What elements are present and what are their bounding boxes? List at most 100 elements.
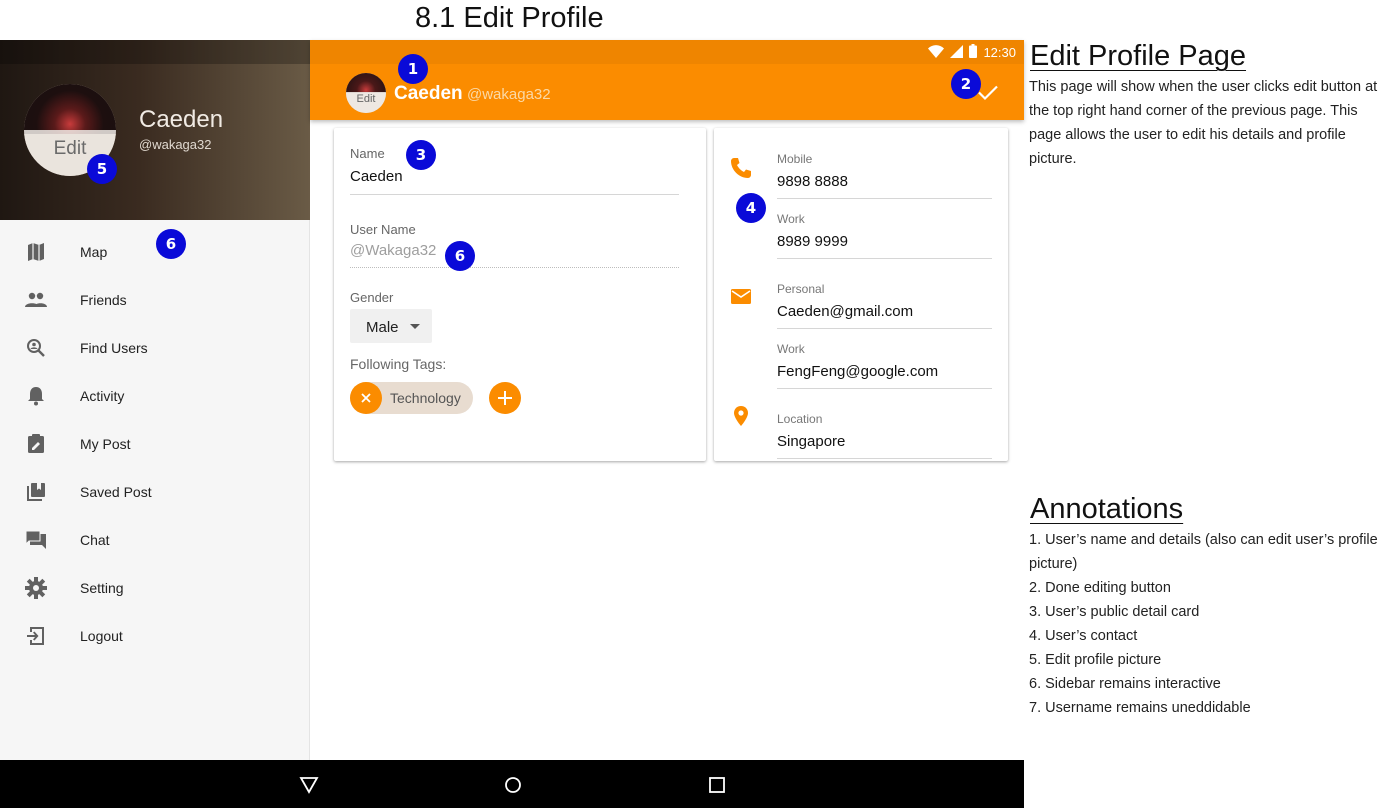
avatar-image <box>24 84 116 134</box>
location-field-underline <box>777 458 992 459</box>
mobile-label: Mobile <box>777 152 813 166</box>
personal-email-field-underline <box>777 328 992 329</box>
username-field-underline <box>350 267 679 268</box>
location-field[interactable]: Singapore <box>777 433 845 450</box>
back-button[interactable] <box>298 774 320 796</box>
avatar-edit-label: Edit <box>356 93 376 105</box>
sidebar-item-saved-post[interactable]: Saved Post <box>0 468 310 516</box>
sidebar-item-label: Friends <box>80 292 127 308</box>
plus-icon <box>498 391 512 405</box>
appbar-avatar-edit[interactable]: Edit <box>346 73 386 113</box>
sidebar-nav: Map Friends Find Users Activity My Post … <box>0 228 310 660</box>
close-icon <box>361 393 371 403</box>
home-button[interactable] <box>502 774 524 796</box>
sidebar-item-setting[interactable]: Setting <box>0 564 310 612</box>
contact-card: Mobile 9898 8888 Work 8989 9999 Personal… <box>714 128 1008 461</box>
map-icon <box>25 241 47 263</box>
sidebar-statusbar <box>0 40 310 64</box>
tags-label: Following Tags: <box>350 356 447 372</box>
work-email-field-underline <box>777 388 992 389</box>
sidebar-item-label: Saved Post <box>80 484 152 500</box>
annotation-badge: 2 <box>951 69 981 99</box>
sidebar-item-find-users[interactable]: Find Users <box>0 324 310 372</box>
caret-down-icon <box>410 324 420 329</box>
wifi-icon <box>928 44 945 61</box>
avatar-image <box>346 73 386 93</box>
name-field[interactable]: Caeden <box>350 168 403 185</box>
chat-icon <box>25 529 47 551</box>
annotation-item: 7. Username remains uneddidable <box>1029 700 1251 716</box>
gender-value: Male <box>366 319 399 336</box>
annotation-item: 5. Edit profile picture <box>1029 652 1162 668</box>
system-nav-bar <box>0 760 1024 808</box>
sidebar-item-chat[interactable]: Chat <box>0 516 310 564</box>
sidebar-item-label: My Post <box>80 436 131 452</box>
annotation-item: 3. User’s public detail card <box>1029 604 1200 620</box>
work-phone-field[interactable]: 8989 9999 <box>777 233 848 250</box>
sidebar: Edit Caeden @wakaga32 Map Friends Find U… <box>0 40 310 760</box>
edit-note-icon <box>25 433 47 455</box>
annotations-list: 1. User’s name and details (also can edi… <box>1029 528 1379 720</box>
sidebar-item-my-post[interactable]: My Post <box>0 420 310 468</box>
annotation-badge: 6 <box>156 229 186 259</box>
battery-icon <box>969 44 978 61</box>
username-label: User Name <box>350 222 416 237</box>
phone-icon <box>730 157 752 179</box>
sidebar-item-label: Setting <box>80 580 124 596</box>
annotation-badge: 6 <box>445 241 475 271</box>
notes-description: This page will show when the user clicks… <box>1029 79 1378 167</box>
sidebar-user-name: Caeden <box>139 106 224 133</box>
location-label: Location <box>777 412 823 426</box>
recents-button[interactable] <box>706 774 728 796</box>
gear-icon <box>25 577 47 599</box>
sidebar-item-label: Map <box>80 244 108 260</box>
annotations-title: Annotations <box>1030 493 1184 525</box>
appbar-user-name: Caeden <box>394 83 463 104</box>
sidebar-user-handle: @wakaga32 <box>139 137 212 152</box>
screen: 8.1 Edit Profile Edit Caeden @wakaga32 M… <box>0 0 1384 808</box>
bell-icon <box>25 385 47 407</box>
appbar-user-handle: @wakaga32 <box>467 86 551 103</box>
logout-icon <box>25 625 47 647</box>
mobile-field-underline <box>777 198 992 199</box>
personal-email-field[interactable]: Caeden@gmail.com <box>777 303 913 320</box>
back-triangle-icon <box>299 777 319 794</box>
sidebar-item-logout[interactable]: Logout <box>0 612 310 660</box>
search-person-icon <box>25 337 47 359</box>
sidebar-item-map[interactable]: Map <box>0 228 310 276</box>
annotation-item: 6. Sidebar remains interactive <box>1029 676 1221 692</box>
notes-title: Edit Profile Page <box>1030 40 1247 72</box>
work-email-field[interactable]: FengFeng@google.com <box>777 363 938 380</box>
location-pin-icon <box>730 405 752 427</box>
sidebar-item-friends[interactable]: Friends <box>0 276 310 324</box>
annotation-item: 4. User’s contact <box>1029 628 1138 644</box>
sidebar-item-label: Logout <box>80 628 123 644</box>
sidebar-item-label: Activity <box>80 388 125 404</box>
work-phone-field-underline <box>777 258 992 259</box>
mobile-field[interactable]: 9898 8888 <box>777 173 848 190</box>
sidebar-item-label: Find Users <box>80 340 148 356</box>
personal-email-label: Personal <box>777 282 825 296</box>
annotation-badge: 1 <box>398 54 428 84</box>
add-tag-button[interactable] <box>489 382 521 414</box>
annotation-item: 1. User’s name and details (also can edi… <box>1029 532 1378 572</box>
gender-select[interactable]: Male <box>350 309 432 343</box>
username-field: @Wakaga32 <box>350 242 437 259</box>
public-detail-card: Name Caeden User Name @Wakaga32 Gender M… <box>334 128 706 461</box>
check-icon <box>976 85 1000 108</box>
home-circle-icon <box>505 777 521 793</box>
annotation-badge: 5 <box>87 154 117 184</box>
people-icon <box>25 289 47 311</box>
signal-icon <box>950 44 964 61</box>
email-icon <box>730 288 752 310</box>
name-label: Name <box>350 146 385 161</box>
status-icons: 12:30 <box>928 44 1016 61</box>
sidebar-item-activity[interactable]: Activity <box>0 372 310 420</box>
page-title: 8.1 Edit Profile <box>415 2 604 34</box>
tag-chip: Technology <box>350 382 473 414</box>
remove-tag-button[interactable] <box>350 382 382 414</box>
annotation-badge: 4 <box>736 193 766 223</box>
library-icon <box>25 481 47 503</box>
gender-label: Gender <box>350 290 394 305</box>
annotation-item: 2. Done editing button <box>1029 580 1171 596</box>
